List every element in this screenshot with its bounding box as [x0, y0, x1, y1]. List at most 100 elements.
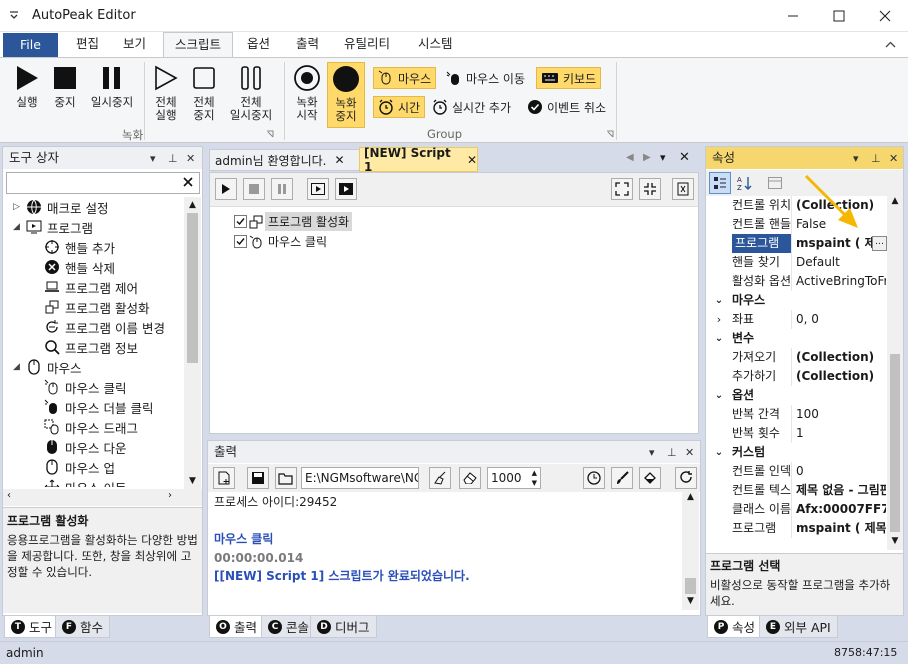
eraser-icon[interactable]	[459, 467, 481, 489]
stop-button[interactable]: 중지	[48, 62, 82, 126]
property-category[interactable]: ⌄ 마우스	[706, 291, 886, 310]
property-value[interactable]: (Collection)	[791, 348, 886, 367]
toolbox-scrollbar[interactable]: ▲ ▼	[184, 197, 201, 489]
output-scrollbar[interactable]: ▲ ▼	[682, 492, 699, 610]
collapse-arrow-icon[interactable]: ◢	[13, 362, 25, 372]
maximize-button[interactable]	[816, 0, 862, 32]
pin-icon[interactable]: ⊥	[871, 152, 881, 165]
checkbox[interactable]	[234, 215, 247, 228]
add-log-button[interactable]	[213, 467, 235, 489]
tab-debugger[interactable]: D 디버그	[310, 616, 377, 638]
paint-bucket-icon[interactable]	[639, 467, 661, 489]
dropdown-icon[interactable]: ▾	[853, 152, 859, 165]
collapse-ribbon-icon[interactable]	[885, 39, 896, 50]
property-value[interactable]: 0	[791, 462, 886, 481]
property-row[interactable]: 활성화 옵션ActiveBringToFront	[706, 272, 886, 291]
time-record-toggle[interactable]: 시간	[373, 96, 426, 118]
property-row[interactable]: 반복 간격 100	[706, 405, 886, 424]
script-pause-button[interactable]	[271, 178, 293, 200]
tree-item[interactable]: ▷ 매크로 설정	[3, 197, 183, 217]
scroll-thumb[interactable]	[685, 578, 696, 594]
property-row[interactable]: › 좌표 0, 0	[706, 310, 886, 329]
expand-arrow-icon[interactable]: ▷	[13, 202, 25, 212]
tab-external-api[interactable]: E 외부 API	[759, 616, 838, 638]
tab-output[interactable]: 출력	[285, 32, 330, 58]
script-line[interactable]: 프로그램 활성화	[234, 212, 353, 231]
quick-access-menu-icon[interactable]	[8, 9, 20, 21]
tab-system[interactable]: 시스템	[407, 32, 464, 58]
expand-arrow-icon[interactable]: ›	[706, 310, 732, 329]
record-start-button[interactable]: 녹화 시작	[288, 62, 326, 126]
tab-options[interactable]: 옵션	[236, 32, 281, 58]
tab-utility[interactable]: 유틸리티	[333, 32, 401, 58]
record-stop-button[interactable]: 녹화 중지	[327, 62, 365, 128]
minimize-button[interactable]	[770, 0, 816, 32]
script-run-button[interactable]	[215, 178, 237, 200]
tab-console[interactable]: C 콘솔	[261, 616, 317, 638]
tree-item[interactable]: 핸들 추가	[3, 237, 183, 257]
script-stop-button[interactable]	[243, 178, 265, 200]
clean-icon[interactable]	[429, 467, 451, 489]
tree-item[interactable]: 마우스 클릭	[3, 377, 183, 397]
property-row[interactable]: 가져오기 (Collection)	[706, 348, 886, 367]
alphabetical-icon[interactable]: AZ	[734, 172, 756, 194]
save-icon[interactable]	[247, 467, 269, 489]
property-value[interactable]: 1	[791, 424, 886, 443]
toolbox-hscrollbar[interactable]: ‹ ›	[3, 489, 202, 506]
event-cancel-button[interactable]: 이벤트 취소	[523, 96, 610, 118]
categorized-icon[interactable]	[709, 172, 731, 194]
property-row[interactable]: 컨트롤 텍스트제목 없음 - 그림판	[706, 481, 886, 500]
property-row[interactable]: 프로그램 mspaint ( 제목 없	[706, 519, 886, 538]
dropdown-icon[interactable]: ▾	[649, 446, 655, 459]
mouse-move-toggle[interactable]: 마우스 이동	[442, 67, 529, 89]
tab-view[interactable]: 보기	[112, 32, 157, 58]
tree-item[interactable]: 마우스 이동	[3, 477, 183, 487]
collapse-arrow-icon[interactable]: ⌄	[706, 386, 732, 405]
tree-item[interactable]: 프로그램 활성화	[3, 297, 183, 317]
mouse-record-toggle[interactable]: 마우스	[373, 67, 437, 89]
clear-search-icon[interactable]	[181, 175, 195, 189]
close-panel-icon[interactable]: ✕	[889, 152, 898, 165]
dialog-launcher-icon[interactable]	[606, 130, 614, 138]
property-value[interactable]: ActiveBringToFront	[791, 272, 886, 291]
tab-output-log[interactable]: O 출력	[209, 616, 265, 638]
log-path-input[interactable]: E:\NGMsoftware\NG	[301, 467, 419, 489]
tree-item[interactable]: 프로그램 제어	[3, 277, 183, 297]
pin-icon[interactable]: ⊥	[168, 152, 178, 165]
property-category[interactable]: ⌄ 변수	[706, 329, 886, 348]
tab-scroll-left-icon[interactable]: ◀	[626, 152, 634, 163]
keyboard-record-toggle[interactable]: 키보드	[536, 67, 602, 89]
realtime-add-toggle[interactable]: 실시간 추가	[428, 96, 515, 118]
pin-icon[interactable]: ⊥	[667, 446, 677, 459]
tree-item[interactable]: 마우스 드래그	[3, 417, 183, 437]
close-panel-icon[interactable]: ✕	[186, 152, 195, 165]
property-value[interactable]: (Collection)	[791, 367, 886, 386]
tree-item[interactable]: 핸들 삭제	[3, 257, 183, 277]
tab-welcome[interactable]: admin님 환영합니다. ✕	[209, 149, 360, 171]
close-tab-icon[interactable]: ✕	[334, 153, 344, 167]
script-line[interactable]: 마우스 클릭	[234, 232, 330, 251]
dialog-launcher-icon[interactable]	[266, 130, 274, 138]
refresh-icon[interactable]	[675, 467, 697, 489]
property-value[interactable]: 100	[791, 405, 886, 424]
toolbox-search-input[interactable]	[6, 172, 200, 194]
scroll-thumb[interactable]	[187, 213, 198, 363]
collapse-arrow-icon[interactable]: ⌄	[706, 291, 732, 310]
property-value[interactable]: 제목 없음 - 그림판	[791, 481, 886, 500]
run-button[interactable]: 실행	[8, 62, 46, 126]
close-tab-icon[interactable]: ✕	[467, 153, 477, 167]
tab-properties[interactable]: P 속성	[707, 616, 763, 638]
property-row[interactable]: 프로그램 mspaint ( 제목	[706, 234, 886, 253]
delete-line-button[interactable]	[672, 178, 694, 200]
script-step-button[interactable]	[307, 178, 329, 200]
property-value[interactable]: Afx:00007FF70D7	[791, 500, 886, 519]
property-row[interactable]: 반복 횟수 1	[706, 424, 886, 443]
run-all-button[interactable]: 전체 실행	[148, 62, 184, 126]
tree-item[interactable]: 마우스 더블 클릭	[3, 397, 183, 417]
brush-icon[interactable]	[611, 467, 633, 489]
scroll-thumb[interactable]	[890, 354, 900, 532]
collapse-arrow-icon[interactable]: ⌄	[706, 329, 732, 348]
property-category[interactable]: ⌄ 커스텀	[706, 443, 886, 462]
collapse-all-button[interactable]	[639, 178, 661, 200]
property-pages-icon[interactable]	[764, 172, 786, 194]
